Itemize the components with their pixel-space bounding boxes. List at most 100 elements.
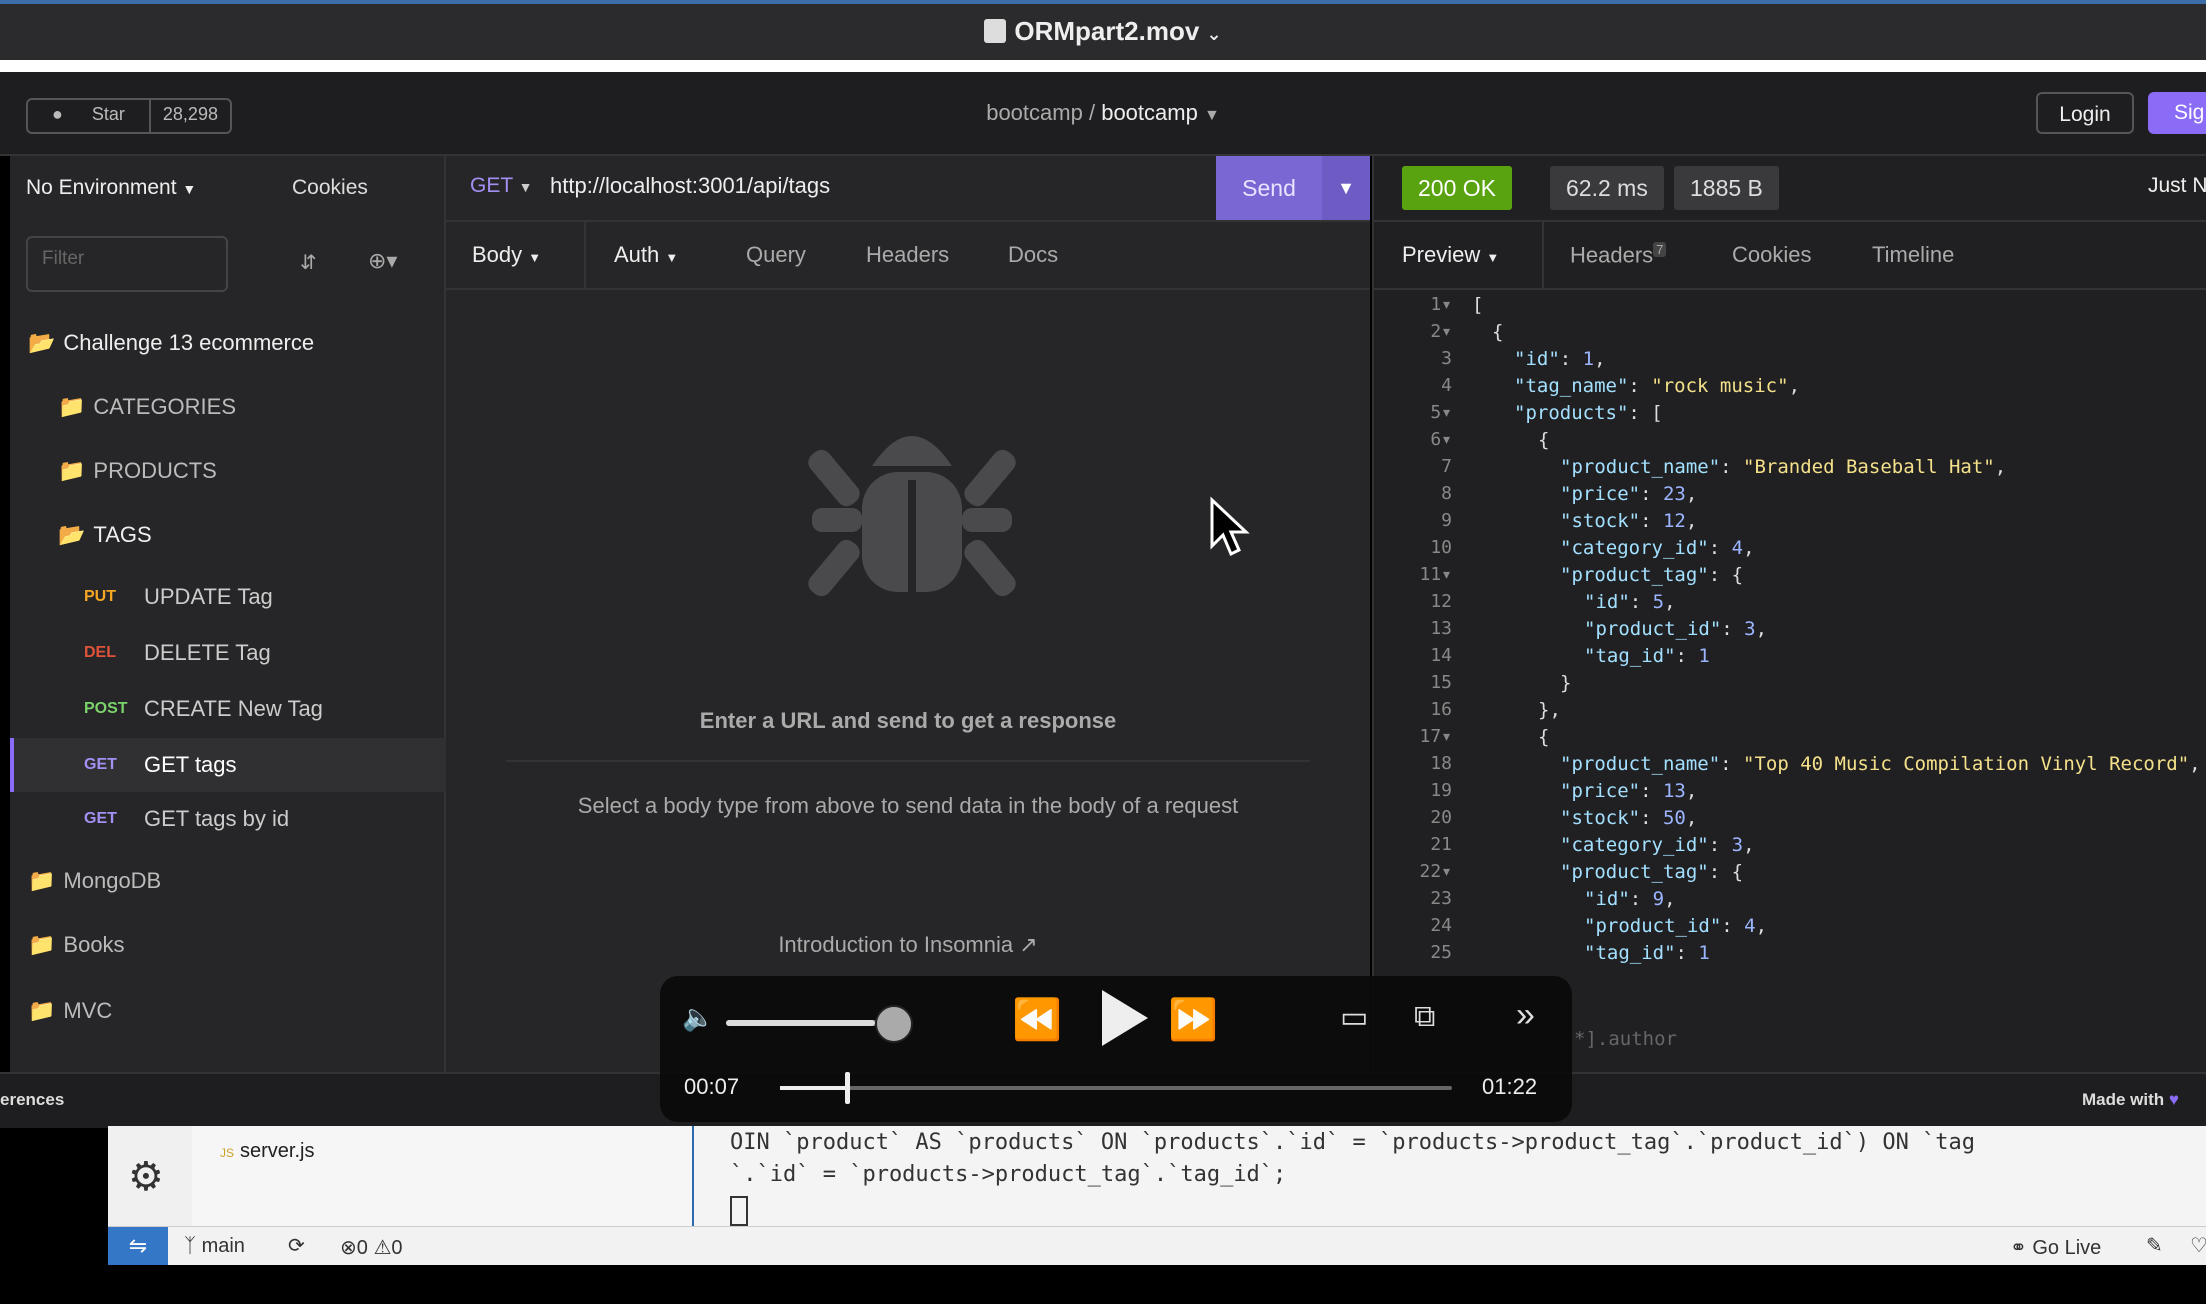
- method-badge: DEL: [84, 644, 116, 661]
- made-with-label: Made with ♥: [2082, 1090, 2179, 1109]
- caret-down-icon: ▼: [182, 181, 197, 197]
- feedback-icon[interactable]: ✎: [2146, 1233, 2163, 1258]
- folder-item-mvc[interactable]: 📁 MVC: [10, 984, 462, 1038]
- tab-preview[interactable]: Preview ▼: [1402, 242, 1499, 268]
- activity-bar: ⚙: [108, 1126, 193, 1226]
- request-item-active[interactable]: GET GET tags: [10, 738, 518, 792]
- chevron-down-icon: ⌄: [1206, 24, 1222, 44]
- caret-down-icon: ▼: [1486, 250, 1500, 265]
- vscode-status-bar: ⇋ ᛉ main ⟳ ⊗0 ⚠0 ⚭ Go Live ✎ ♡: [108, 1226, 2206, 1265]
- folder-icon: 📁: [28, 868, 56, 893]
- total-time: 01:22: [1482, 1074, 1538, 1099]
- url-input[interactable]: http://localhost:3001/api/tags: [550, 173, 830, 199]
- tab-query[interactable]: Query: [746, 242, 806, 268]
- request-item[interactable]: PUT UPDATE Tag: [10, 570, 518, 624]
- tab-timeline[interactable]: Timeline: [1872, 242, 1954, 268]
- terminal-cursor: [730, 1196, 748, 1226]
- divider: [506, 760, 1310, 762]
- volume-icon[interactable]: 🔈: [682, 1002, 714, 1033]
- volume-knob[interactable]: [874, 1005, 913, 1043]
- folder-item-categories[interactable]: 📁 CATEGORIES: [10, 380, 492, 434]
- folder-icon: 📁: [58, 394, 86, 419]
- folder-icon: 📁: [28, 932, 56, 957]
- tab-headers[interactable]: Headers: [866, 242, 949, 268]
- javascript-file-icon: JS: [220, 1146, 235, 1160]
- method-badge: GET: [84, 756, 117, 773]
- tab-cookies[interactable]: Cookies: [1732, 242, 1811, 268]
- warning-icon: ⚠: [373, 1237, 392, 1259]
- caret-down-icon: ▼: [518, 179, 533, 195]
- request-item[interactable]: GET GET tags by id: [10, 792, 518, 846]
- intro-link[interactable]: Introduction to Insomnia ↗: [446, 932, 1370, 958]
- tab-auth[interactable]: Auth ▼: [614, 242, 678, 268]
- bell-icon[interactable]: ♡: [2190, 1233, 2206, 1258]
- go-live-button[interactable]: ⚭ Go Live: [2010, 1235, 2101, 1260]
- progress-bar[interactable]: [780, 1072, 1452, 1104]
- method-badge: GET: [84, 810, 117, 827]
- more-icon[interactable]: »: [1516, 996, 1535, 1035]
- cookies-button[interactable]: Cookies: [292, 176, 368, 200]
- request-item[interactable]: DEL DELETE Tag: [10, 626, 518, 680]
- remote-icon[interactable]: ⇋: [108, 1227, 168, 1265]
- request-tabs: Body ▼ Auth ▼ Query Headers Docs: [446, 220, 1370, 290]
- gear-icon[interactable]: ⚙: [128, 1154, 164, 1200]
- filter-input[interactable]: Filter: [26, 236, 228, 292]
- collection-item[interactable]: 📂 Challenge 13 ecommerce: [10, 316, 462, 370]
- signup-button[interactable]: Sig: [2148, 92, 2206, 134]
- current-time: 00:07: [684, 1074, 740, 1099]
- method-badge: POST: [84, 700, 128, 717]
- video-controls: 🔈 ⏪ ⏩ ▭ ⧉ » 00:07 01:22: [660, 976, 1572, 1122]
- fast-forward-icon[interactable]: ⏩: [1168, 996, 1218, 1043]
- tab-body[interactable]: Body ▼: [472, 242, 541, 268]
- response-json-viewer[interactable]: 1▾[ 2▾{ 3 "id": 1, 4 "tag_name": "rock mus…: [1374, 294, 2206, 994]
- terminal-line: OIN `product` AS `products` ON `products…: [730, 1130, 1976, 1155]
- folder-item-products[interactable]: 📁 PRODUCTS: [10, 444, 492, 498]
- progress-playhead[interactable]: [845, 1072, 851, 1104]
- play-icon[interactable]: [1094, 986, 1154, 1055]
- window-title[interactable]: ORMpart2.mov ⌄: [0, 16, 2206, 47]
- terminal-line: `.`id` = `products->product_tag`.`tag_id…: [730, 1162, 1287, 1187]
- folder-open-icon: 📂: [28, 330, 56, 355]
- folder-item-mongodb[interactable]: 📁 MongoDB: [10, 854, 462, 908]
- error-icon: ⊗: [340, 1237, 357, 1259]
- branch-indicator[interactable]: ᛉ main: [184, 1235, 245, 1258]
- volume-fill: [726, 1020, 875, 1026]
- sort-icon[interactable]: ⇵: [300, 250, 317, 275]
- folder-item-tags[interactable]: 📂 TAGS: [10, 508, 492, 562]
- folder-item-books[interactable]: 📁 Books: [10, 918, 462, 972]
- response-timestamp: Just N: [2148, 174, 2206, 197]
- file-item-server-js[interactable]: JS server.js: [220, 1140, 314, 1163]
- branch-icon: ᛉ: [184, 1235, 196, 1257]
- request-item[interactable]: POST CREATE New Tag: [10, 682, 518, 736]
- method-select[interactable]: GET ▼: [470, 174, 533, 198]
- caret-down-icon: ▼: [528, 250, 542, 265]
- video-file-icon: [984, 19, 1007, 43]
- sync-icon[interactable]: ⟳: [288, 1233, 305, 1258]
- response-time-badge: 62.2 ms: [1550, 166, 1664, 210]
- folder-icon: 📁: [58, 458, 86, 483]
- progress-fill: [780, 1086, 848, 1090]
- tab-headers[interactable]: Headers 7: [1570, 242, 1667, 268]
- response-tabs: Preview ▼ Headers 7 Cookies Timeline: [1374, 220, 2206, 290]
- caret-down-icon: ▼: [1203, 107, 1220, 124]
- rewind-icon[interactable]: ⏪: [1012, 996, 1062, 1043]
- empty-response-title: Enter a URL and send to get a response: [699, 708, 1117, 733]
- preferences-link[interactable]: erences: [0, 1090, 64, 1110]
- response-panel: 200 OK 62.2 ms 1885 B Just N Preview ▼ H…: [1372, 156, 2206, 1072]
- send-button[interactable]: Send: [1216, 156, 1322, 220]
- picture-in-picture-icon[interactable]: ⧉: [1414, 1000, 1435, 1034]
- breadcrumb[interactable]: bootcamp / bootcamp ▼: [0, 100, 2206, 126]
- airplay-icon[interactable]: ▭: [1340, 1000, 1368, 1035]
- volume-slider[interactable]: [726, 1005, 913, 1043]
- send-dropdown-icon[interactable]: ▼: [1322, 156, 1370, 220]
- response-filter-input[interactable]: *].author: [1574, 1028, 1677, 1050]
- request-panel: GET ▼ http://localhost:3001/api/tags Sen…: [446, 156, 1370, 1072]
- problems-indicator[interactable]: ⊗0 ⚠0: [340, 1235, 403, 1260]
- tab-docs[interactable]: Docs: [1008, 242, 1058, 268]
- broadcast-icon: ⚭: [2010, 1237, 2027, 1259]
- method-badge: PUT: [84, 588, 116, 605]
- title-bar: ORMpart2.mov ⌄: [0, 0, 2206, 60]
- add-dropdown-icon[interactable]: ⊕▾: [368, 248, 397, 274]
- environment-select[interactable]: No Environment ▼: [26, 176, 196, 200]
- login-button[interactable]: Login: [2036, 92, 2134, 134]
